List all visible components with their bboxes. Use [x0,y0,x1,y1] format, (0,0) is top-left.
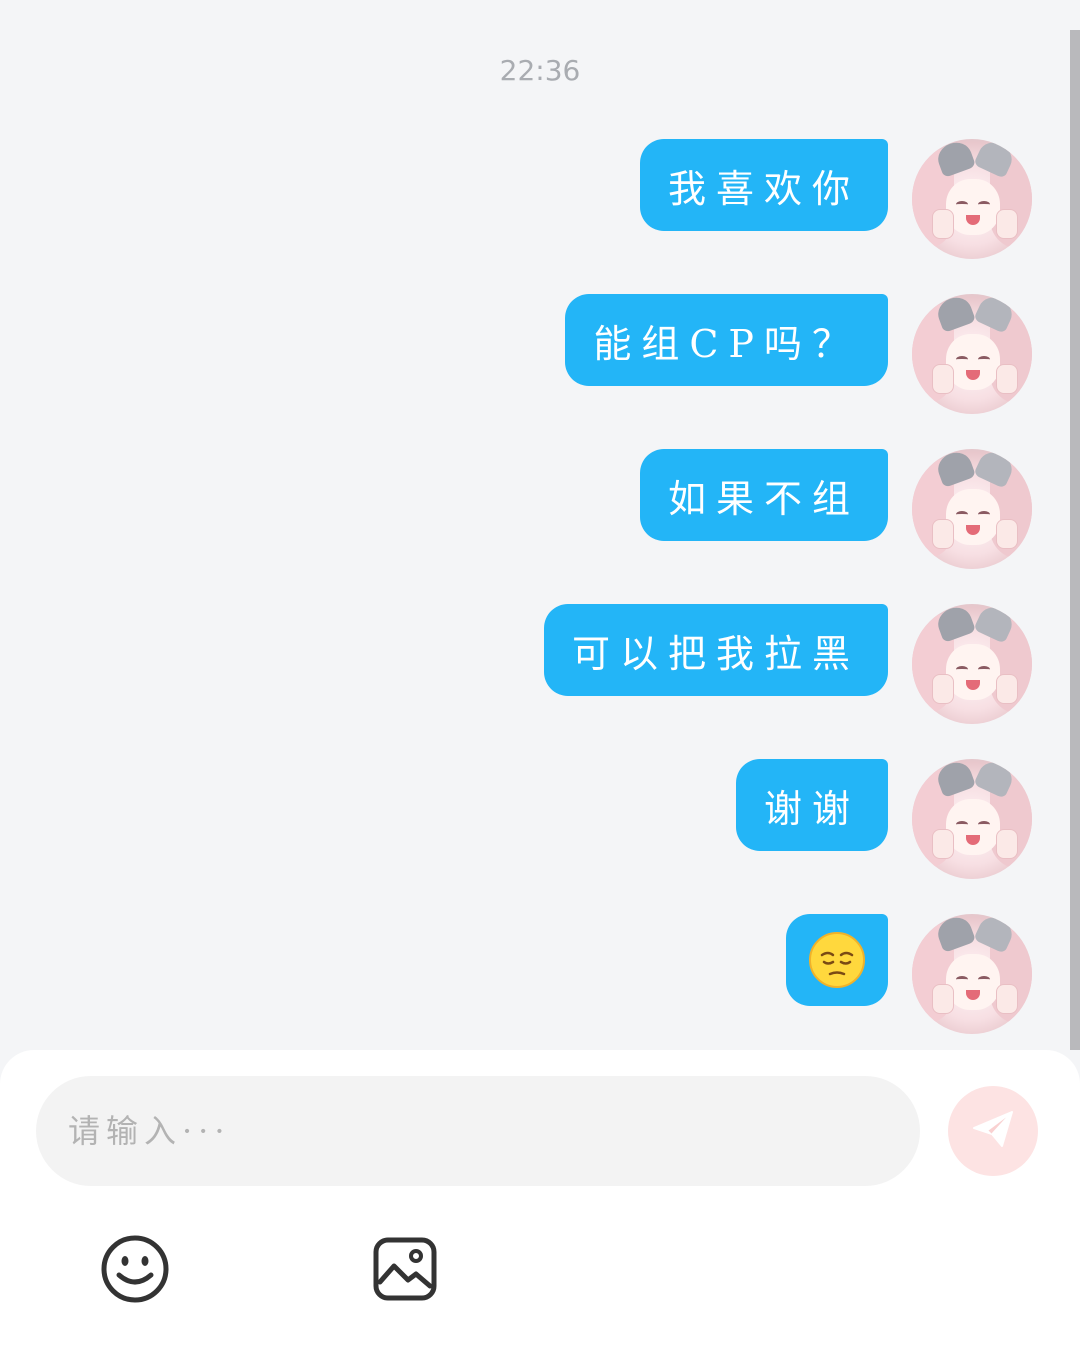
message-bubble[interactable]: 如果不组 [639,449,888,541]
image-picker-button[interactable] [369,1235,441,1307]
message-row: 我喜欢你 [639,139,1032,259]
send-button[interactable] [948,1086,1038,1176]
image-picture-icon [372,1236,438,1306]
message-bubble-emoji[interactable]: 😔 [786,914,888,1006]
pensive-face-emoji-icon [808,931,866,989]
message-bubble[interactable]: 能组CP吗？ [565,294,888,386]
avatar[interactable] [912,294,1032,414]
message-timestamp: 22:36 [499,54,581,87]
chat-message-area[interactable]: 22:36 我喜欢你 能组CP吗？ 如果不组 可以把我拉黑 谢谢 [0,0,1080,1055]
smiley-face-icon [99,1233,171,1309]
avatar[interactable] [912,449,1032,569]
message-row: 谢谢 [735,759,1032,879]
message-row: 如果不组 [639,449,1032,569]
avatar[interactable] [912,604,1032,724]
scrollbar[interactable] [1070,30,1080,1050]
message-bubble[interactable]: 谢谢 [735,759,888,851]
avatar[interactable] [912,139,1032,259]
message-bubble[interactable]: 可以把我拉黑 [543,604,888,696]
avatar[interactable] [912,914,1032,1034]
message-row: 😔 [786,914,1032,1034]
emoji-button[interactable] [99,1235,171,1307]
input-panel [0,1050,1080,1363]
message-bubble[interactable]: 我喜欢你 [639,139,888,231]
message-row: 能组CP吗？ [565,294,1032,414]
avatar[interactable] [912,759,1032,879]
message-row: 可以把我拉黑 [543,604,1032,724]
paper-plane-send-icon [968,1104,1018,1158]
message-input[interactable] [36,1076,920,1186]
